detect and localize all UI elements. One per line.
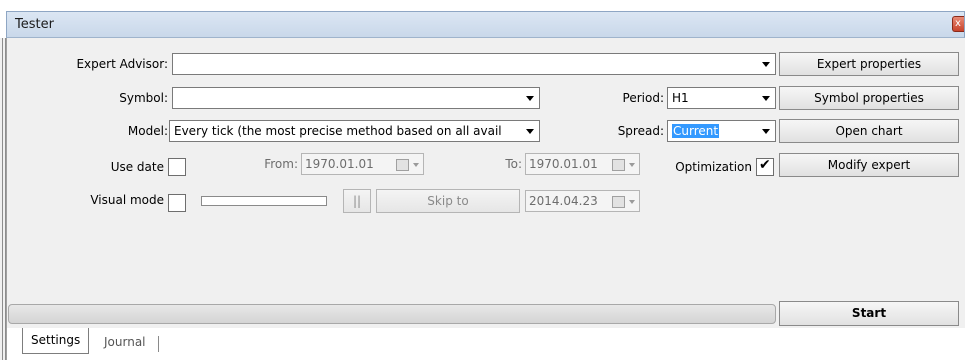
from-label: From: <box>264 157 298 171</box>
settings-panel <box>6 38 965 328</box>
symbol-select[interactable] <box>172 87 540 109</box>
chevron-down-icon <box>413 163 419 167</box>
visual-mode-checkbox[interactable] <box>168 194 186 212</box>
expert-advisor-label: Expert Advisor: <box>76 57 168 71</box>
use-date-checkbox[interactable] <box>168 158 186 176</box>
from-date-value: 1970.01.01 <box>305 157 374 171</box>
spread-value: Current <box>672 124 720 138</box>
visual-speed-slider[interactable] <box>201 196 327 206</box>
skip-to-date-value: 2014.04.23 <box>529 194 598 208</box>
close-icon: x <box>955 18 961 29</box>
model-value: Every tick (the most precise method base… <box>174 124 502 138</box>
progress-bar <box>8 304 776 324</box>
chevron-down-icon <box>762 62 770 67</box>
from-date-picker[interactable]: 1970.01.01 <box>301 153 424 175</box>
skip-to-button[interactable]: Skip to <box>376 189 520 213</box>
title-bar[interactable]: Tester x <box>6 11 965 38</box>
left-border-line <box>2 38 3 360</box>
chevron-down-icon <box>526 129 534 134</box>
checkmark-icon: ✔ <box>759 157 771 173</box>
symbol-properties-button[interactable]: Symbol properties <box>779 86 959 110</box>
modify-expert-button[interactable]: Modify expert <box>779 153 959 177</box>
tab-settings[interactable]: Settings <box>22 328 90 354</box>
spread-select[interactable]: Current <box>667 120 776 142</box>
open-chart-button[interactable]: Open chart <box>779 119 959 143</box>
model-label: Model: <box>127 124 168 138</box>
chevron-down-icon <box>762 129 770 134</box>
pause-button[interactable]: || <box>343 189 371 213</box>
expert-properties-button[interactable]: Expert properties <box>779 52 959 76</box>
window-title: Tester <box>15 17 54 32</box>
chevron-down-icon <box>526 96 534 101</box>
model-select[interactable]: Every tick (the most precise method base… <box>169 120 540 142</box>
optimization-label: Optimization <box>675 160 752 174</box>
skip-to-date-picker[interactable]: 2014.04.23 <box>525 190 640 212</box>
to-date-value: 1970.01.01 <box>529 157 598 171</box>
start-button[interactable]: Start <box>779 301 959 326</box>
calendar-icon <box>396 159 409 171</box>
optimization-checkbox[interactable]: ✔ <box>756 157 774 176</box>
chevron-down-icon <box>762 96 770 101</box>
chevron-down-icon <box>629 163 635 167</box>
expert-advisor-select[interactable] <box>172 53 776 75</box>
period-select[interactable]: H1 <box>667 87 776 109</box>
calendar-icon <box>612 159 625 171</box>
use-date-label: Use date <box>110 160 164 174</box>
visual-mode-label: Visual mode <box>90 193 164 207</box>
calendar-icon <box>612 196 625 208</box>
tab-separator <box>158 336 159 352</box>
to-date-picker[interactable]: 1970.01.01 <box>525 153 640 175</box>
period-label: Period: <box>622 91 664 105</box>
symbol-label: Symbol: <box>119 91 168 105</box>
period-value: H1 <box>672 91 689 105</box>
chevron-down-icon <box>629 200 635 204</box>
tab-journal[interactable]: Journal <box>96 330 154 356</box>
close-button[interactable]: x <box>952 16 964 32</box>
spread-label: Spread: <box>617 124 664 138</box>
to-label: To: <box>505 157 522 171</box>
